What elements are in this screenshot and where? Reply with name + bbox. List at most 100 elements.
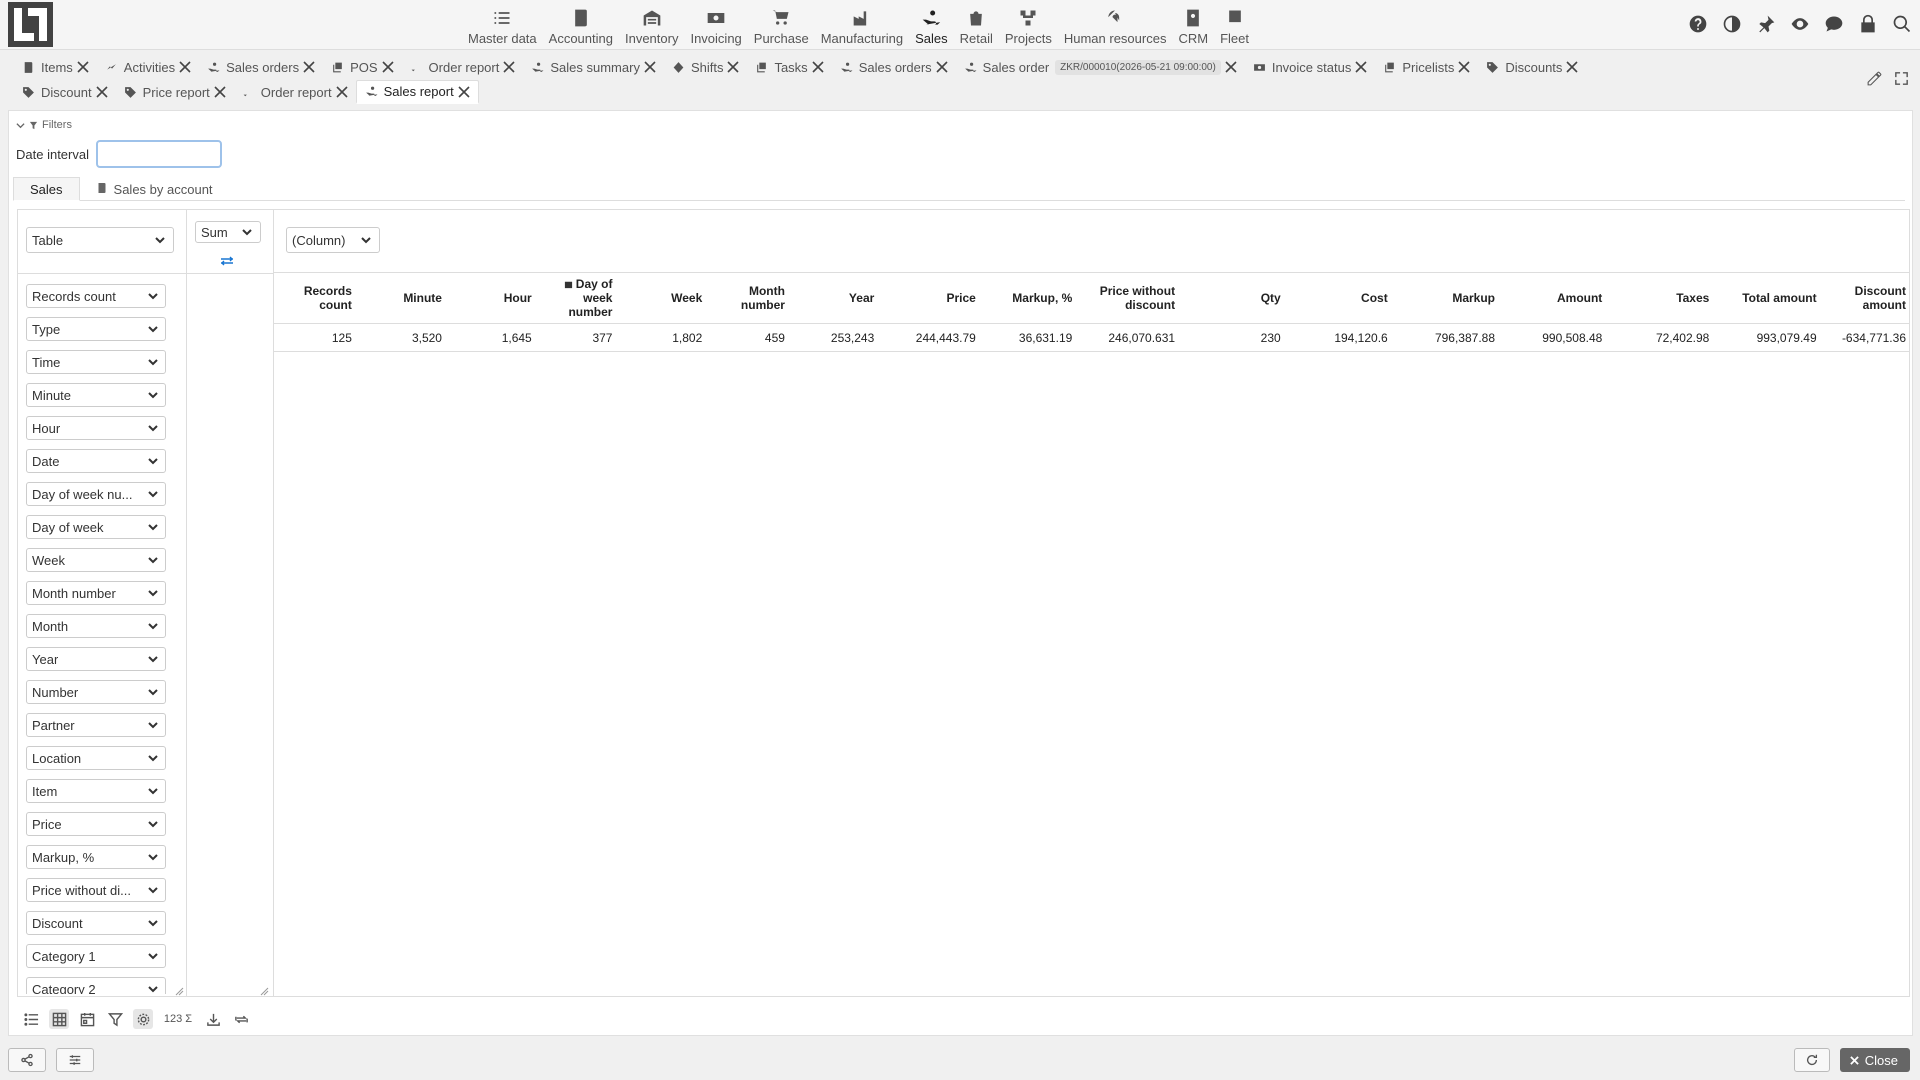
pivot-attribute[interactable]: Minute [26,383,166,407]
module-master-data[interactable]: Master data [462,0,543,46]
pivot-view-icon[interactable] [49,1009,69,1029]
settings-icon[interactable] [133,1009,153,1029]
aggregator-select[interactable]: Sum [195,221,261,243]
close-tab-icon[interactable] [725,59,741,75]
filters-toggle[interactable]: Filters [16,119,72,131]
column-header[interactable]: Qty [1179,273,1285,324]
help-icon[interactable] [1686,12,1710,36]
column-header[interactable]: Cost [1284,273,1392,324]
tab-sales-summary[interactable]: Sales summary [523,55,664,79]
column-header[interactable]: Discount amount [1820,273,1910,324]
subtab-sales[interactable]: Sales [13,177,80,201]
pivot-attribute[interactable]: Month [26,614,166,638]
close-tab-icon[interactable] [501,59,517,75]
tab-order-report[interactable]: Order report [234,80,356,104]
pivot-attribute[interactable]: Markup, % [26,845,166,869]
lock-icon[interactable] [1856,12,1880,36]
app-logo[interactable] [8,2,53,47]
share-button[interactable] [8,1048,46,1072]
tab-pos[interactable]: POS [323,55,401,79]
column-header[interactable]: Year [788,273,879,324]
close-tab-icon[interactable] [1564,59,1580,75]
resize-handle-icon[interactable] [174,984,184,996]
download-icon[interactable] [203,1009,223,1029]
pivot-attribute[interactable]: Item [26,779,166,803]
tab-sales-orders[interactable]: Sales orders [832,55,956,79]
pin-icon[interactable] [1754,12,1778,36]
column-header[interactable]: Taxes [1606,273,1714,324]
pivot-attribute[interactable]: Partner [26,713,166,737]
tab-price-report[interactable]: Price report [116,80,234,104]
close-tab-icon[interactable] [334,84,350,100]
tab-discounts[interactable]: Discounts [1478,55,1586,79]
module-accounting[interactable]: Accounting [543,0,619,46]
column-header[interactable]: Minute [355,273,446,324]
module-crm[interactable]: CRM [1172,0,1214,46]
close-tab-icon[interactable] [301,59,317,75]
tab-pricelists[interactable]: Pricelists [1375,55,1478,79]
pivot-attribute[interactable]: Month number [26,581,166,605]
search-icon[interactable] [1890,12,1914,36]
tab-invoice-status[interactable]: Invoice status [1245,55,1376,79]
renderer-select[interactable]: Table [26,227,174,253]
pivot-attribute[interactable]: Location [26,746,166,770]
module-projects[interactable]: Projects [999,0,1058,46]
close-tab-icon[interactable] [75,59,91,75]
pivot-attribute[interactable]: Discount [26,911,166,935]
close-tab-icon[interactable] [810,59,826,75]
column-field-select[interactable]: (Column) [286,227,380,253]
column-header[interactable]: Price [878,273,980,324]
reload-button[interactable] [1794,1048,1830,1072]
module-manufacturing[interactable]: Manufacturing [815,0,909,46]
close-tab-icon[interactable] [1223,59,1239,75]
column-header[interactable]: Amount [1499,273,1607,324]
column-header[interactable]: Price without discount [1076,273,1180,324]
tab-activities[interactable]: Activities [97,55,199,79]
tab-sales-report[interactable]: Sales report [355,80,479,104]
close-button[interactable]: Close [1839,1048,1910,1072]
close-tab-icon[interactable] [94,84,110,100]
pivot-attribute[interactable]: Category 2 [26,977,166,994]
close-tab-icon[interactable] [1456,59,1472,75]
list-view-icon[interactable] [21,1009,41,1029]
column-header[interactable]: Markup [1391,273,1500,324]
column-header[interactable]: Month number [706,273,789,324]
pivot-attribute[interactable]: Day of week [26,515,166,539]
fullscreen-icon[interactable] [1893,70,1910,90]
close-tab-icon[interactable] [177,59,193,75]
pivot-attribute[interactable]: Week [26,548,166,572]
swap-order-icon[interactable] [220,254,234,266]
pivot-attribute[interactable]: Date [26,449,166,473]
edit-icon[interactable] [1866,70,1883,90]
tab-shifts[interactable]: Shifts [664,55,748,79]
module-sales[interactable]: Sales [909,0,954,46]
filter-icon[interactable] [105,1009,125,1029]
module-retail[interactable]: Retail [954,0,999,46]
column-header[interactable]: Markup, % [979,273,1077,324]
pivot-attribute[interactable]: Time [26,350,166,374]
pivot-attribute[interactable]: Category 1 [26,944,166,968]
column-header[interactable]: Records count [274,273,356,324]
close-tab-icon[interactable] [1353,59,1369,75]
pivot-attribute[interactable]: Type [26,317,166,341]
pivot-attribute[interactable]: Records count [26,284,166,308]
column-header[interactable]: Week [616,273,707,324]
pivot-attribute[interactable]: Day of week nu... [26,482,166,506]
date-interval-input[interactable] [96,140,222,168]
column-header[interactable]: Hour [445,273,536,324]
settings-button[interactable] [56,1048,94,1072]
contrast-icon[interactable] [1720,12,1744,36]
column-header[interactable]: Day of week number [535,273,617,324]
module-fleet[interactable]: Fleet [1214,0,1255,46]
close-tab-icon[interactable] [456,84,472,100]
pivot-attribute[interactable]: Hour [26,416,166,440]
close-tab-icon[interactable] [212,84,228,100]
module-human-resources[interactable]: Human resources [1058,0,1173,46]
tab-discount[interactable]: Discount [14,80,116,104]
module-purchase[interactable]: Purchase [748,0,815,46]
close-tab-icon[interactable] [380,59,396,75]
chat-icon[interactable] [1822,12,1846,36]
pivot-attribute[interactable]: Year [26,647,166,671]
pivot-attribute[interactable]: Number [26,680,166,704]
module-invoicing[interactable]: Invoicing [684,0,747,46]
